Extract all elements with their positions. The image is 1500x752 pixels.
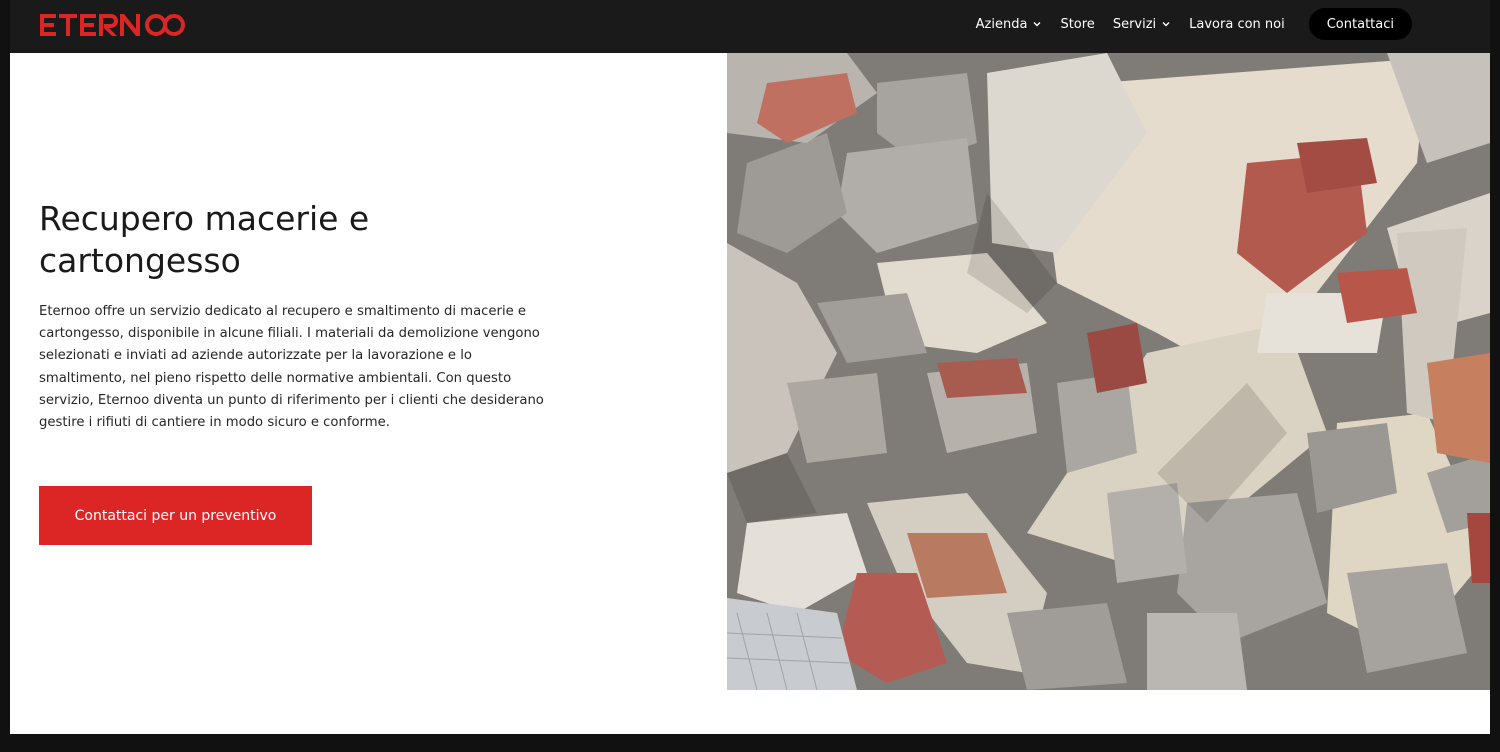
nav-item-lavora-con-noi[interactable]: Lavora con noi: [1189, 17, 1285, 32]
hero-description: Eternoo offre un servizio dedicato al re…: [39, 304, 544, 431]
nav-item-azienda[interactable]: Azienda: [976, 17, 1043, 32]
chevron-down-icon: [1162, 22, 1170, 27]
nav-item-store[interactable]: Store: [1060, 17, 1094, 32]
nav-item-label: Store: [1060, 16, 1095, 32]
top-navigation-bar: Azienda Store Servizi Lavora con noi Con…: [10, 0, 1490, 53]
quote-request-button[interactable]: Contattaci per un preventivo: [39, 486, 312, 545]
nav-item-label: Azienda: [975, 16, 1028, 32]
eternoo-logo[interactable]: [40, 11, 210, 39]
nav-item-label: Servizi: [1112, 16, 1157, 32]
page-title: Recupero macerie e cartongesso: [39, 199, 370, 280]
contact-button[interactable]: Contattaci: [1308, 8, 1412, 40]
main-navigation: Azienda Store Servizi Lavora con noi Con…: [976, 8, 1412, 40]
nav-item-label: Lavora con noi: [1189, 16, 1285, 32]
chevron-down-icon: [1033, 22, 1041, 27]
nav-item-servizi[interactable]: Servizi: [1113, 17, 1171, 32]
rubble-illustration: [727, 53, 1490, 690]
rubble-photo: [727, 53, 1490, 690]
page-frame: Azienda Store Servizi Lavora con noi Con…: [10, 0, 1490, 734]
